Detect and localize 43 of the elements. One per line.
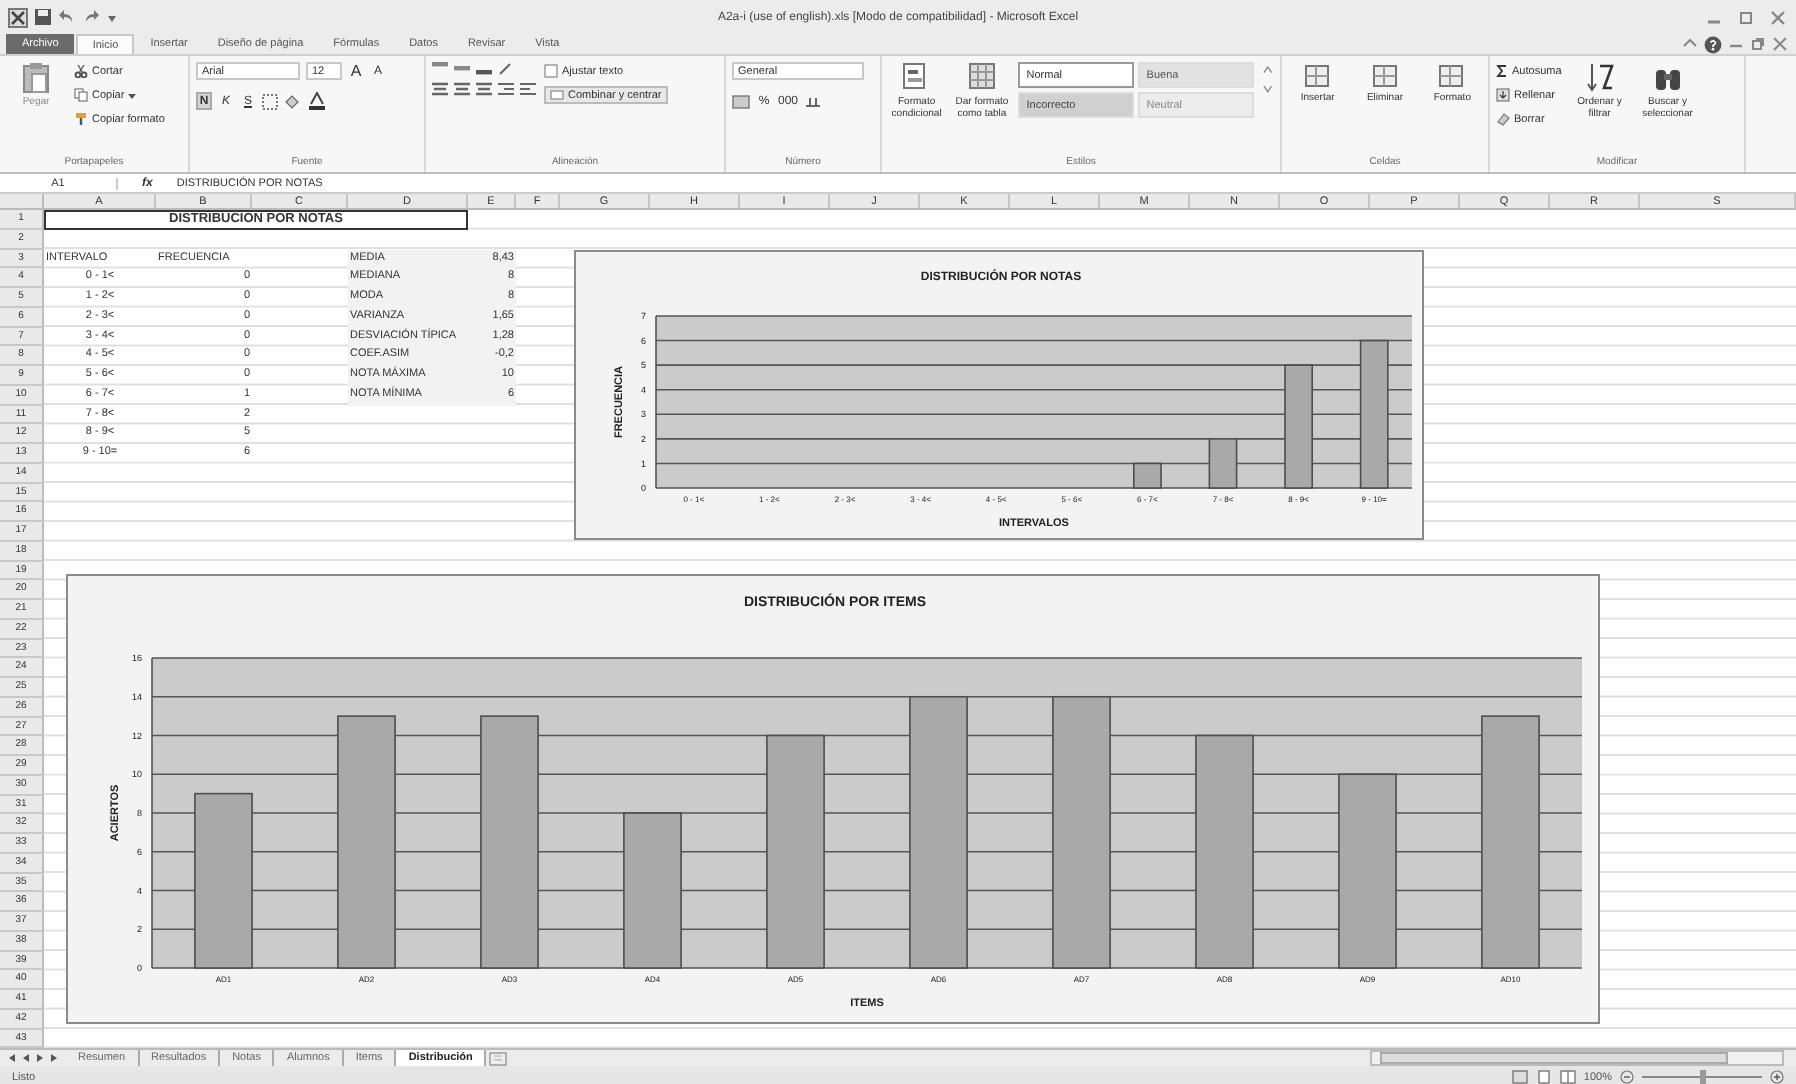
- align-icon[interactable]: [432, 82, 448, 96]
- table-icon: [967, 62, 996, 94]
- save-icon[interactable]: [34, 8, 52, 26]
- page-layout-icon[interactable]: [1535, 1070, 1552, 1084]
- align-icon[interactable]: [454, 82, 470, 96]
- paintbrush-icon: [74, 112, 88, 126]
- page-break-icon[interactable]: [1559, 1070, 1576, 1084]
- copy-icon: [74, 88, 88, 102]
- format-cells-icon: [1438, 62, 1467, 90]
- scissors-icon: [74, 64, 88, 78]
- align-icon[interactable]: [476, 82, 492, 96]
- clipboard-icon: [22, 62, 50, 94]
- merge-icon: [550, 88, 564, 102]
- caret-icon: [128, 91, 137, 99]
- maximize-icon[interactable]: [1736, 9, 1756, 25]
- redo-icon[interactable]: [82, 8, 100, 26]
- wrap-text-icon: [544, 64, 558, 78]
- zoom-in-icon[interactable]: [1770, 1070, 1784, 1084]
- restore-icon[interactable]: [1750, 36, 1766, 52]
- conditional-format-icon: [902, 62, 931, 94]
- sort-icon: [1585, 62, 1614, 94]
- sigma-icon: [1496, 64, 1508, 78]
- close-icon[interactable]: [1772, 36, 1788, 52]
- cells-icon: [1371, 62, 1399, 90]
- grow-font-button[interactable]: A: [348, 62, 364, 80]
- undo-icon[interactable]: [58, 8, 76, 26]
- zoom-out-icon[interactable]: [1620, 1070, 1634, 1084]
- help-icon[interactable]: [1704, 35, 1722, 53]
- normal-view-icon[interactable]: [1511, 1070, 1528, 1084]
- cells-icon: [1303, 62, 1332, 90]
- horizontal-scrollbar[interactable]: [1370, 1050, 1784, 1066]
- fill-color-icon[interactable]: [284, 93, 302, 109]
- indent-icon[interactable]: [498, 82, 514, 96]
- borders-icon[interactable]: [262, 93, 278, 109]
- fill-down-icon: [1496, 88, 1510, 102]
- indent-icon[interactable]: [520, 82, 536, 96]
- eraser-icon: [1496, 112, 1510, 126]
- ribbon-minimize-icon[interactable]: [1682, 36, 1698, 52]
- excel-logo-icon: [8, 7, 28, 27]
- close-icon[interactable]: [1768, 9, 1788, 25]
- orientation-icon[interactable]: [498, 62, 516, 76]
- font-color-icon[interactable]: [308, 92, 326, 110]
- slider-thumb[interactable]: [1699, 1070, 1705, 1084]
